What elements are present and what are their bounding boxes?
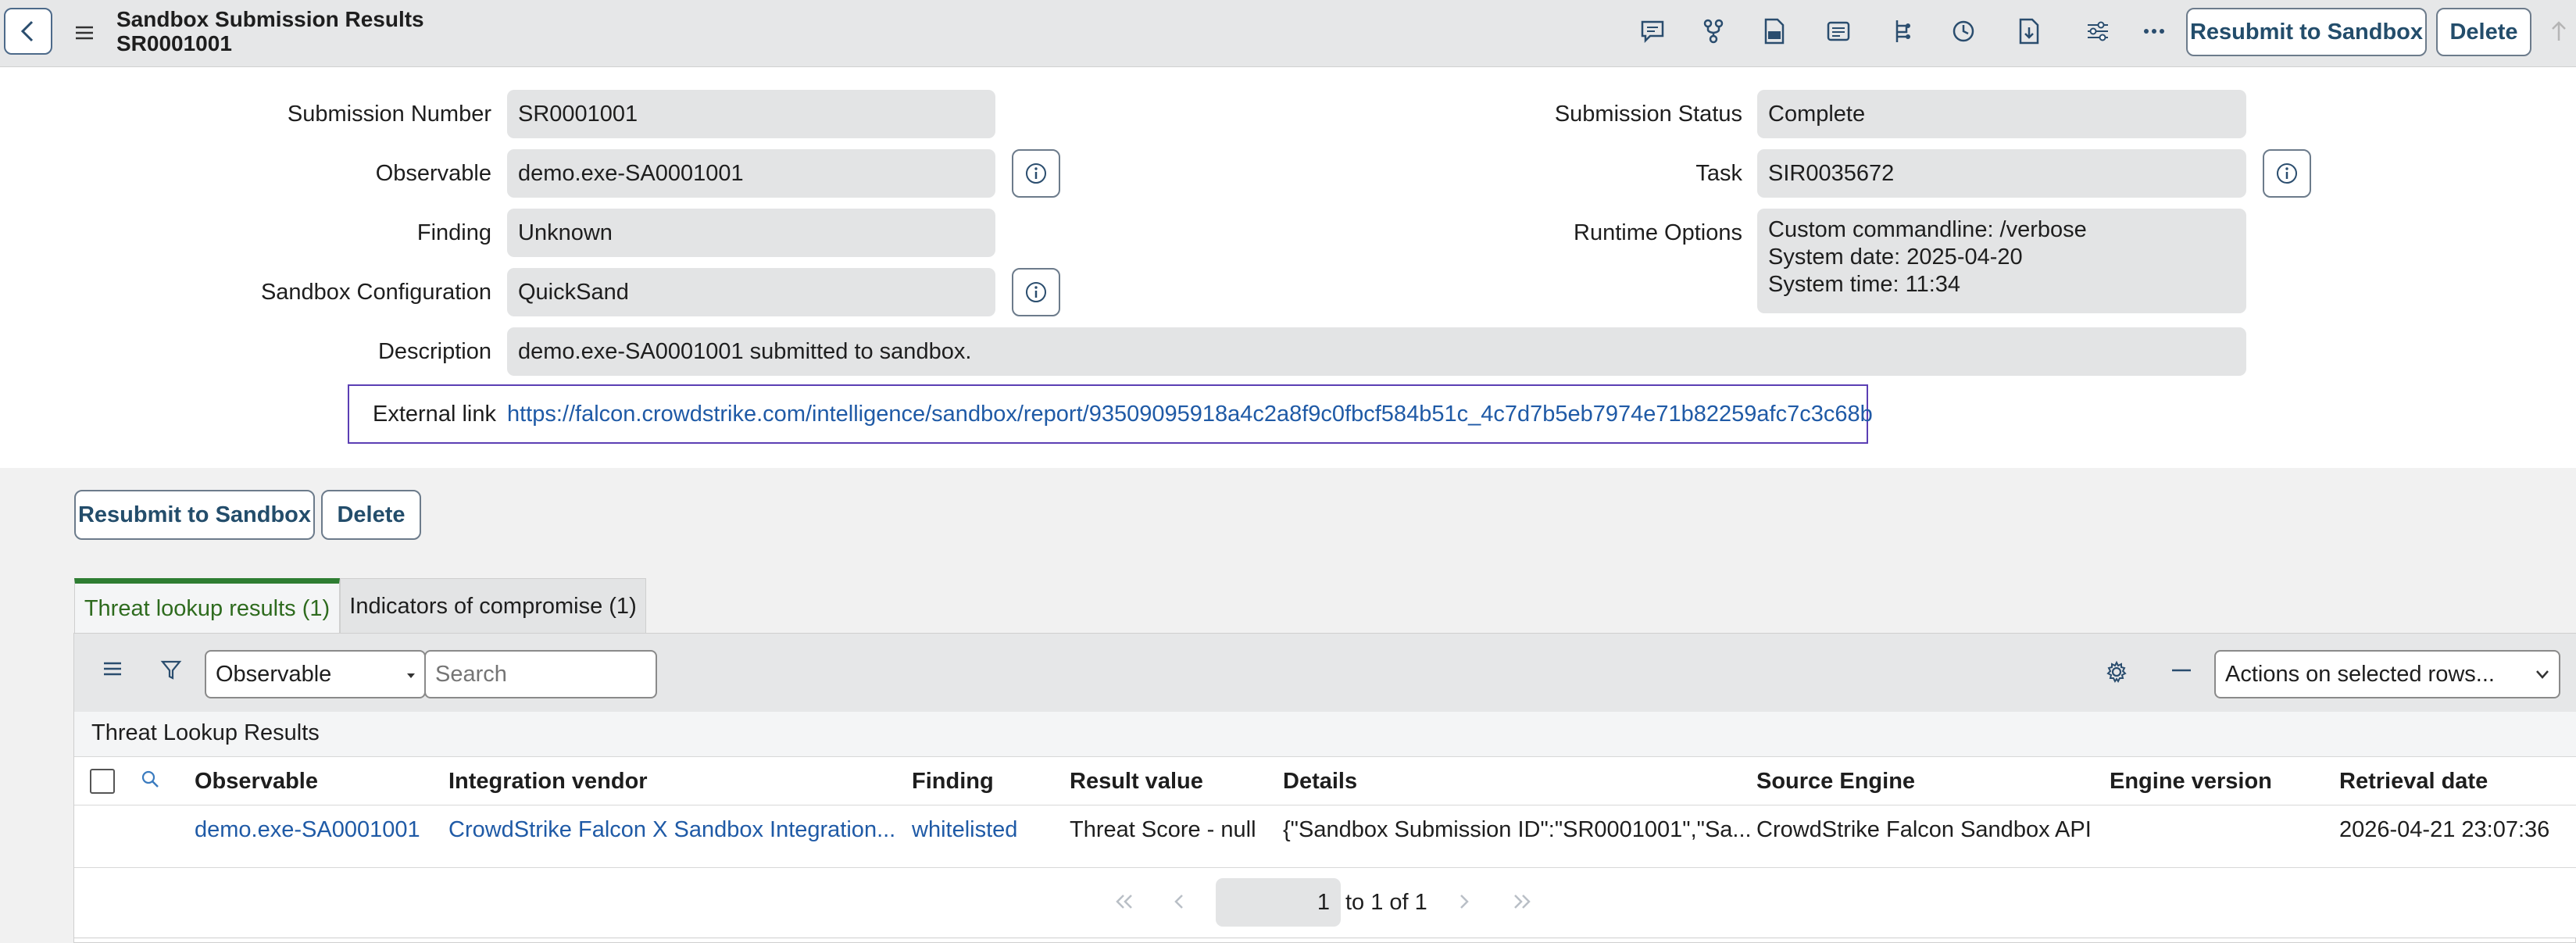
column-header-result-value[interactable]: Result value xyxy=(1070,769,1203,795)
resubmit-to-sandbox-button[interactable]: Resubmit to Sandbox xyxy=(2186,8,2427,56)
page-number: 1 xyxy=(1317,890,1330,915)
form-title: Sandbox Submission Results xyxy=(116,7,424,31)
runtime-option-line: Custom commandline: /verbose xyxy=(1768,217,2087,242)
submission-number-field[interactable]: SR0001001 xyxy=(507,90,995,138)
record-number: SR0001001 xyxy=(116,31,232,55)
download-doc-icon[interactable] xyxy=(2010,13,2049,50)
branch-icon[interactable] xyxy=(1694,13,1733,50)
page-number-input[interactable]: 1 xyxy=(1216,878,1341,927)
pdf-export-icon[interactable] xyxy=(1755,13,1794,50)
pagination-bar: 1 to 1 of 1 xyxy=(74,868,2576,938)
first-page-icon[interactable] xyxy=(1113,894,1135,909)
finding-field[interactable]: Unknown xyxy=(507,209,995,257)
external-link-label: External link xyxy=(373,402,496,427)
description-field[interactable]: demo.exe-SA0001001 submitted to sandbox. xyxy=(507,327,2246,376)
cell-source-engine: CrowdStrike Falcon Sandbox API xyxy=(1756,817,2092,842)
column-header-source-engine[interactable]: Source Engine xyxy=(1756,769,1915,795)
actions-on-selected-rows-select[interactable]: Actions on selected rows... xyxy=(2214,650,2560,698)
resubmit-to-sandbox-bottom-button[interactable]: Resubmit to Sandbox xyxy=(74,490,315,540)
submission-status-field[interactable]: Complete xyxy=(1757,90,2246,138)
observable-info-button[interactable] xyxy=(1012,149,1060,198)
observable-field[interactable]: demo.exe-SA0001001 xyxy=(507,149,995,198)
settings-sliders-icon[interactable] xyxy=(2078,13,2117,50)
column-header-observable[interactable]: Observable xyxy=(195,769,318,795)
list-caption-bar: Threat Lookup Results xyxy=(74,712,2576,757)
delete-button[interactable]: Delete xyxy=(2436,8,2531,56)
record-form: Submission Number SR0001001 Observable d… xyxy=(0,67,2576,468)
list-toolbar: Observable Actions on selected rows... xyxy=(74,634,2576,712)
list-caption: Threat Lookup Results xyxy=(91,720,320,745)
external-link[interactable]: https://falcon.crowdstrike.com/intellige… xyxy=(507,402,1873,427)
info-icon xyxy=(2277,163,2297,184)
caret-down-icon xyxy=(407,673,415,678)
cell-retrieval-date: 2026-04-21 23:07:36 xyxy=(2339,817,2550,842)
task-info-button[interactable] xyxy=(2263,149,2311,198)
menu-icon[interactable] xyxy=(70,19,98,47)
collapse-icon[interactable] xyxy=(2170,668,2192,673)
previous-page-icon[interactable] xyxy=(1173,894,1185,909)
table-row: demo.exe-SA0001001 CrowdStrike Falcon X … xyxy=(74,805,2576,868)
runtime-option-line: System time: 11:34 xyxy=(1768,272,1961,297)
cell-integration-vendor[interactable]: CrowdStrike Falcon X Sandbox Integration… xyxy=(448,817,895,843)
runtime-options-label: Runtime Options xyxy=(1574,220,1742,245)
cell-finding[interactable]: whitelisted xyxy=(912,817,1017,843)
filter-field-select[interactable]: Observable xyxy=(205,650,426,698)
page-range-text: to 1 of 1 xyxy=(1345,890,1427,915)
column-header-details[interactable]: Details xyxy=(1283,769,1357,795)
sandbox-configuration-info-button[interactable] xyxy=(1012,268,1060,316)
cell-details: {"Sandbox Submission ID":"SR0001001","Sa… xyxy=(1283,817,1752,842)
workflow-icon[interactable] xyxy=(1883,13,1922,50)
info-icon xyxy=(1026,282,1046,302)
actions-select-value: Actions on selected rows... xyxy=(2225,661,2495,687)
chevron-left-icon xyxy=(18,20,38,43)
filter-icon[interactable] xyxy=(160,659,182,680)
sandbox-configuration-label: Sandbox Configuration xyxy=(260,280,491,305)
sandbox-configuration-field[interactable]: QuickSand xyxy=(507,268,995,316)
history-icon[interactable] xyxy=(1944,13,1983,50)
form-view-icon[interactable] xyxy=(1819,13,1858,50)
tab-threat-lookup-results[interactable]: Threat lookup results (1) xyxy=(74,578,340,634)
observable-label: Observable xyxy=(375,161,491,186)
chevron-down-icon xyxy=(2536,670,2549,679)
delete-bottom-button[interactable]: Delete xyxy=(321,490,421,540)
arrow-up-icon[interactable] xyxy=(2539,13,2576,50)
back-button[interactable] xyxy=(4,8,52,55)
last-page-icon[interactable] xyxy=(1511,894,1533,909)
form-header: Sandbox Submission Results SR0001001 Res… xyxy=(0,0,2576,67)
info-icon xyxy=(1026,163,1046,184)
column-header-finding[interactable]: Finding xyxy=(912,769,994,795)
next-page-icon[interactable] xyxy=(1458,894,1470,909)
gear-icon[interactable] xyxy=(2105,660,2128,684)
submission-status-label: Submission Status xyxy=(1554,102,1742,127)
finding-label: Finding xyxy=(416,220,491,245)
comment-icon[interactable] xyxy=(1633,13,1672,50)
runtime-options-field[interactable]: Custom commandline: /verbose System date… xyxy=(1757,209,2246,313)
column-header-engine-version[interactable]: Engine version xyxy=(2110,769,2272,795)
external-link-row: External link https://falcon.crowdstrike… xyxy=(348,384,1873,444)
task-label: Task xyxy=(1695,161,1742,186)
table-header-row: Observable Integration vendor Finding Re… xyxy=(74,757,2576,805)
select-all-checkbox[interactable] xyxy=(90,769,115,794)
list-menu-icon[interactable] xyxy=(102,660,123,677)
search-column-icon[interactable] xyxy=(140,769,160,789)
cell-result-value: Threat Score - null xyxy=(1070,817,1256,842)
search-input[interactable] xyxy=(424,650,657,698)
description-label: Description xyxy=(377,339,491,364)
runtime-option-line: System date: 2025-04-20 xyxy=(1768,245,2023,270)
tab-indicators-of-compromise[interactable]: Indicators of compromise (1) xyxy=(340,578,646,634)
column-header-retrieval-date[interactable]: Retrieval date xyxy=(2339,769,2488,795)
cell-observable[interactable]: demo.exe-SA0001001 xyxy=(195,817,420,843)
filter-field-value: Observable xyxy=(216,661,332,687)
task-field[interactable]: SIR0035672 xyxy=(1757,149,2246,198)
submission-number-label: Submission Number xyxy=(287,102,491,127)
more-options-icon[interactable] xyxy=(2135,13,2174,50)
column-header-integration-vendor[interactable]: Integration vendor xyxy=(448,769,648,795)
